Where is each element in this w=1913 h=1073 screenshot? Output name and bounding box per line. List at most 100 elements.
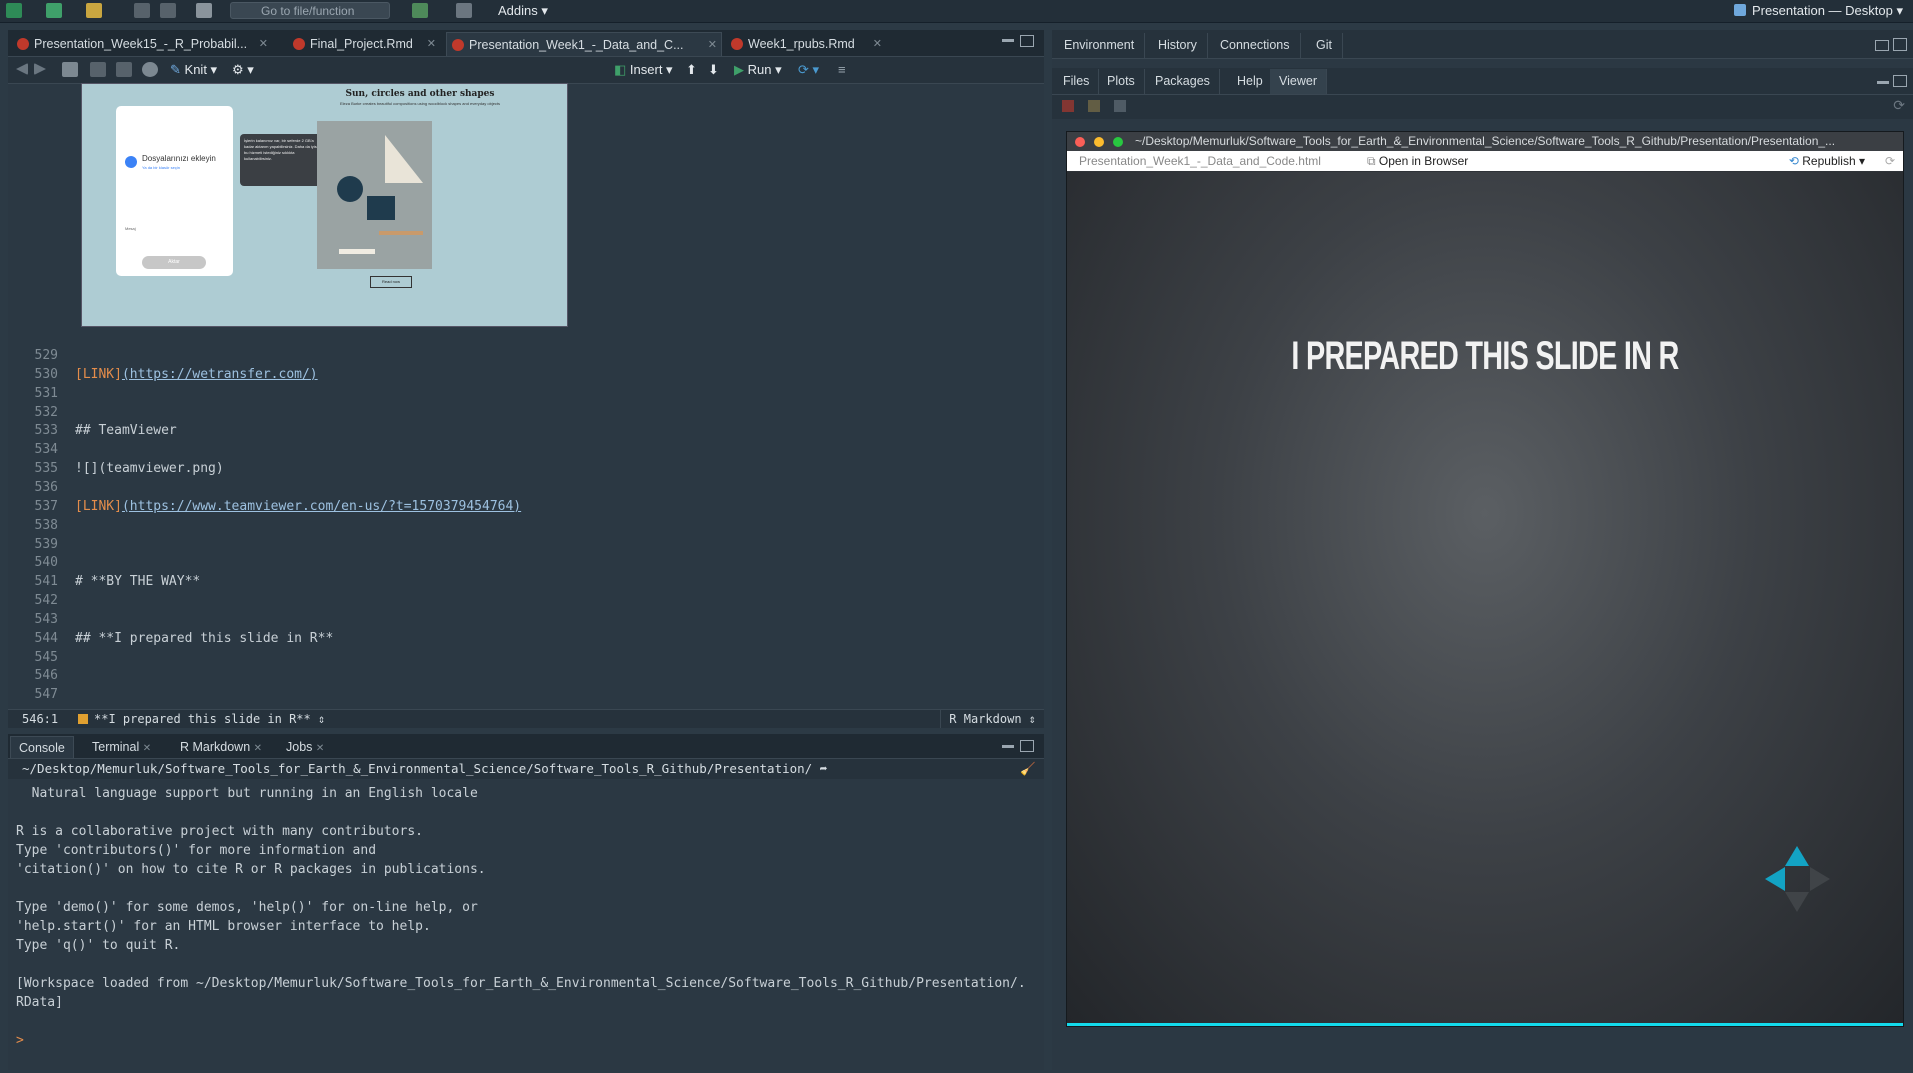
console-output[interactable]: Natural language support but running in … <box>8 786 1044 1066</box>
close-icon[interactable]: ✕ <box>708 33 717 56</box>
tab-label: Presentation_Week15_-_R_Probabil... <box>34 37 248 51</box>
minimize-icon[interactable] <box>1877 81 1889 84</box>
goto-file-placeholder: Go to file/function <box>261 4 355 18</box>
console-line: Type 'q()' to quit R. <box>16 938 181 953</box>
settings-gear-icon[interactable]: ⚙ ▾ <box>232 61 254 79</box>
save-icon[interactable] <box>134 3 150 18</box>
section-navigator[interactable]: **I prepared this slide in R** ⇕ <box>94 710 325 728</box>
print-icon[interactable] <box>196 3 212 18</box>
maximize-icon[interactable] <box>1020 35 1034 47</box>
close-icon[interactable]: ✕ <box>316 743 324 754</box>
close-window-icon[interactable] <box>1075 137 1085 147</box>
line-number: 533 <box>34 423 58 439</box>
nav-up-arrow-icon[interactable] <box>1785 846 1809 866</box>
link-url[interactable]: (https://wetransfer.com/) <box>122 367 318 382</box>
insert-label: Insert <box>629 62 663 77</box>
workspace-panes-icon[interactable] <box>456 3 472 18</box>
section-icon <box>78 714 88 724</box>
tab-jobs[interactable]: Jobs ✕ <box>278 736 332 758</box>
open-in-browser-button[interactable]: ⧉ Open in Browser <box>1367 151 1468 171</box>
go-to-directory-icon[interactable]: ➦ <box>820 761 828 776</box>
close-icon[interactable]: ✕ <box>143 743 151 754</box>
link-url[interactable]: (https://www.teamviewer.com/en-us/?t=157… <box>122 499 521 514</box>
republish-button[interactable]: ⟲ Republish ▾ <box>1789 151 1865 171</box>
project-menu[interactable]: Presentation — Desktop ▾ <box>1733 2 1903 20</box>
go-up-icon[interactable]: ⬆ <box>686 61 697 79</box>
new-project-icon[interactable] <box>46 3 62 18</box>
code-line: [LINK](https://www.teamviewer.com/en-us/… <box>75 499 521 514</box>
goto-file-input[interactable]: Go to file/function <box>230 2 390 19</box>
close-icon[interactable]: ✕ <box>873 32 882 56</box>
close-icon[interactable]: ✕ <box>259 32 268 56</box>
zoom-window-icon[interactable] <box>1113 137 1123 147</box>
outline-icon[interactable]: ≡ <box>838 61 846 79</box>
tab-connections[interactable]: Connections <box>1210 33 1301 58</box>
code-area[interactable]: 529 530 [LINK](https://wetransfer.com/) 531… <box>8 348 1044 702</box>
clear-viewer-icon[interactable] <box>1062 100 1074 112</box>
clear-console-icon[interactable]: 🧹 <box>1020 759 1036 779</box>
tab-history[interactable]: History <box>1148 33 1208 58</box>
article-heading: Sun, circles and other shapes <box>345 89 495 99</box>
minimize-icon[interactable] <box>1002 745 1014 748</box>
forward-arrow-icon[interactable] <box>34 63 46 75</box>
new-file-icon[interactable] <box>6 3 22 18</box>
console-line: Type 'demo()' for some demos, 'help()' f… <box>16 900 478 915</box>
section-label: **I prepared this slide in R** <box>94 712 311 726</box>
line-number: 547 <box>34 687 58 703</box>
transfer-button: Aktar <box>142 256 206 269</box>
line-number: 546 <box>34 668 58 684</box>
save-all-icon[interactable] <box>160 3 176 18</box>
editor-tab-active[interactable]: Presentation_Week1_-_Data_and_C... ✕ <box>446 32 722 56</box>
tab-help[interactable]: Help <box>1228 69 1273 94</box>
editor-tab-strip: Presentation_Week15_-_R_Probabil... ✕ Fin… <box>8 30 1044 57</box>
viewer-window: ~/Desktop/Memurluk/Software_Tools_for_Ea… <box>1066 131 1904 1027</box>
vcs-icon[interactable] <box>412 3 428 18</box>
article-subheading: Eleza Burke creates beautiful compositio… <box>339 101 501 106</box>
console-prompt[interactable]: > <box>16 1033 24 1048</box>
insert-chunk-button[interactable]: ◧ Insert ▾ <box>614 61 673 79</box>
rerun-icon[interactable]: ⟳ ▾ <box>798 61 819 79</box>
tab-viewer[interactable]: Viewer <box>1270 69 1327 94</box>
nav-left-arrow-icon[interactable] <box>1765 867 1785 891</box>
tab-environment[interactable]: Environment <box>1054 33 1146 58</box>
file-type-menu[interactable]: R Markdown ⇕ <box>940 710 1036 728</box>
editor-tab[interactable]: Presentation_Week15_-_R_Probabil... ✕ <box>12 32 272 56</box>
close-icon[interactable]: ✕ <box>254 743 262 754</box>
refresh-icon[interactable]: ⟳ <box>1893 97 1905 114</box>
maximize-icon[interactable] <box>1893 38 1907 51</box>
tab-git[interactable]: Git <box>1306 33 1343 58</box>
open-file-icon[interactable] <box>86 3 102 18</box>
tab-console[interactable]: Console <box>10 736 74 758</box>
tab-files[interactable]: Files <box>1054 69 1100 94</box>
tab-r-markdown[interactable]: R Markdown ✕ <box>172 736 270 758</box>
tab-plots[interactable]: Plots <box>1098 69 1145 94</box>
back-arrow-icon[interactable] <box>16 63 28 75</box>
tab-packages[interactable]: Packages <box>1146 69 1220 94</box>
spellcheck-icon[interactable] <box>116 62 132 77</box>
edit-icon[interactable] <box>1088 100 1100 112</box>
run-button[interactable]: ▶ Run ▾ <box>734 61 782 79</box>
go-down-icon[interactable]: ⬇ <box>708 61 719 79</box>
editor-tab[interactable]: Week1_rpubs.Rmd ✕ <box>726 32 886 56</box>
minimize-window-icon[interactable] <box>1094 137 1104 147</box>
console-line: 'citation()' on how to cite R or R packa… <box>16 862 486 877</box>
tab-label: Terminal <box>92 740 140 754</box>
republish-label: Republish <box>1802 154 1856 168</box>
restore-icon[interactable] <box>1893 75 1907 87</box>
minimize-icon[interactable] <box>1002 39 1014 42</box>
show-in-window-icon[interactable] <box>62 62 78 77</box>
maximize-icon[interactable] <box>1020 740 1034 752</box>
tab-terminal[interactable]: Terminal ✕ <box>84 736 159 758</box>
save-icon[interactable] <box>90 62 106 77</box>
project-icon <box>1733 4 1746 16</box>
close-icon[interactable]: ✕ <box>427 32 436 56</box>
find-icon[interactable] <box>142 62 158 77</box>
knit-button[interactable]: ✎ Knit ▾ <box>170 61 217 79</box>
project-label: Presentation — Desktop <box>1751 3 1893 18</box>
console-line: [Workspace loaded from ~/Desktop/Memurlu… <box>16 976 1026 991</box>
addins-menu[interactable]: Addins ▾ <box>498 2 548 20</box>
restore-icon[interactable] <box>1875 40 1889 51</box>
export-icon[interactable] <box>1114 100 1126 112</box>
editor-tab[interactable]: Final_Project.Rmd ✕ <box>288 32 440 56</box>
refresh-icon[interactable]: ⟳ <box>1885 151 1895 171</box>
